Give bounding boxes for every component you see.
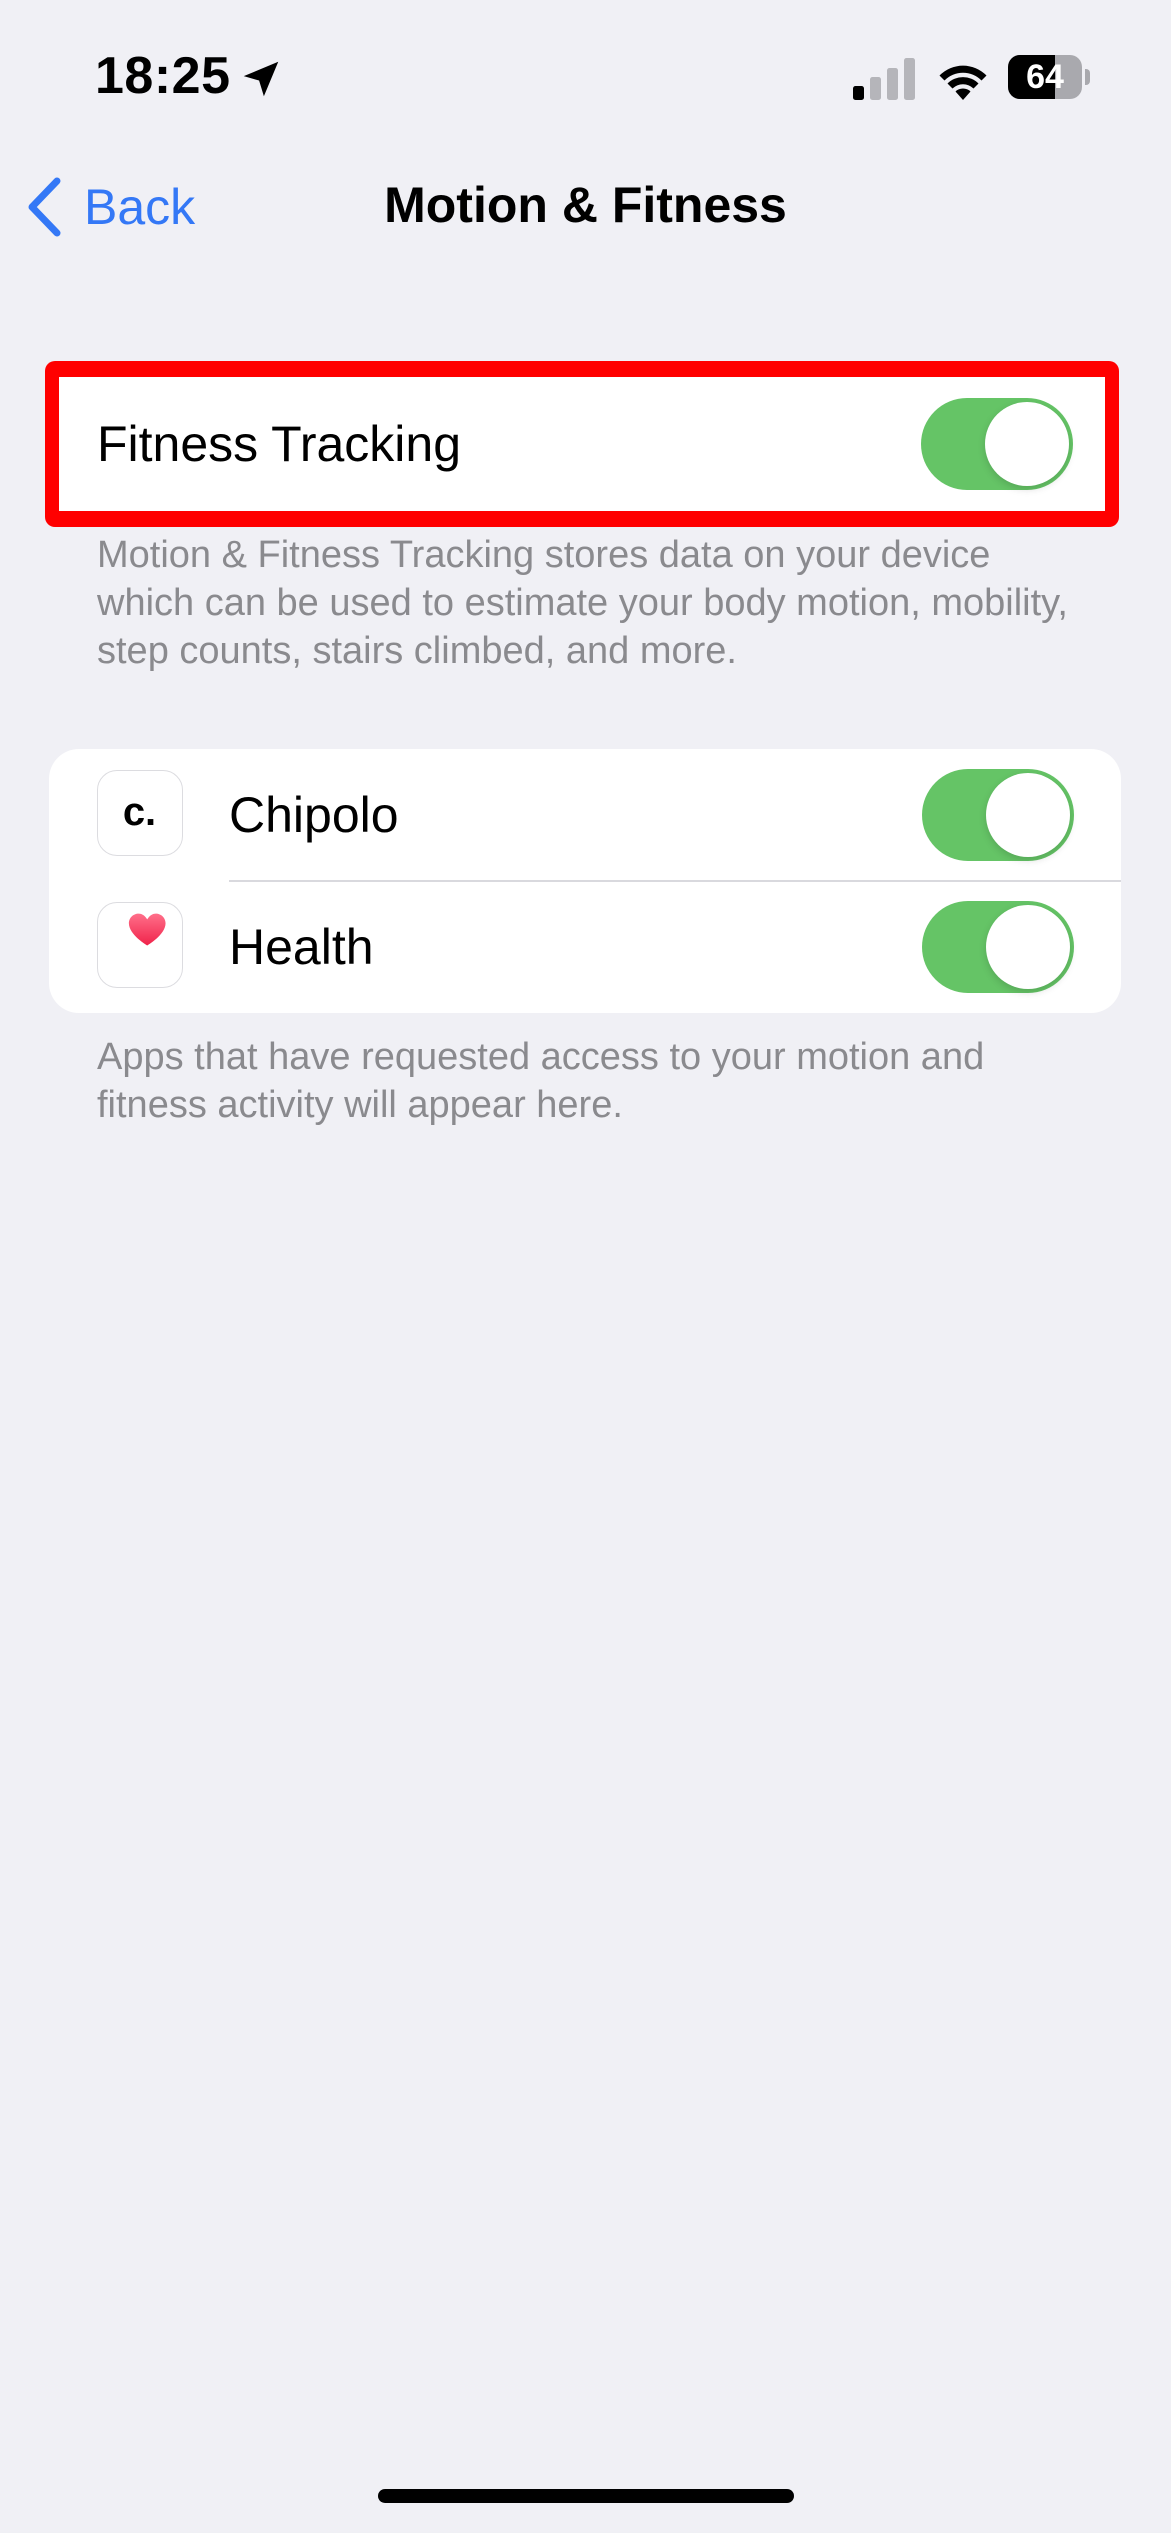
location-arrow-icon — [243, 61, 279, 97]
cellular-signal-icon — [853, 58, 915, 100]
fitness-tracking-toggle[interactable] — [921, 398, 1073, 490]
app-label-health: Health — [229, 919, 374, 975]
app-label-chipolo: Chipolo — [229, 787, 399, 843]
health-toggle[interactable] — [922, 901, 1074, 993]
chipolo-glyph: c. — [122, 790, 157, 834]
list-item-chipolo[interactable]: c. Chipolo — [49, 749, 1121, 882]
wifi-icon — [939, 65, 987, 100]
toggle-knob — [986, 773, 1070, 857]
fitness-tracking-cell[interactable]: Fitness Tracking — [59, 377, 1105, 511]
apps-footer: Apps that have requested access to your … — [97, 1036, 985, 1126]
list-item-health[interactable]: Health — [49, 881, 1121, 1013]
battery-level: 64 — [1026, 58, 1064, 96]
chipolo-toggle[interactable] — [922, 769, 1074, 861]
battery-icon: 64 — [1008, 55, 1090, 101]
toggle-knob — [986, 905, 1070, 989]
page-title: Motion & Fitness — [384, 177, 787, 233]
status-bar: 18:25 64 — [0, 0, 1171, 150]
toggle-knob — [985, 402, 1069, 486]
fitness-tracking-label: Fitness Tracking — [97, 416, 462, 472]
status-time: 18:25 — [95, 47, 231, 105]
apps-list: c. Chipolo Health — [49, 749, 1121, 1013]
heart-glyph — [128, 913, 166, 946]
home-indicator[interactable] — [378, 2489, 794, 2503]
fitness-tracking-footer: Motion & Fitness Tracking stores data on… — [97, 534, 1068, 672]
chipolo-icon: c. — [97, 770, 183, 856]
heart-icon — [97, 902, 183, 988]
